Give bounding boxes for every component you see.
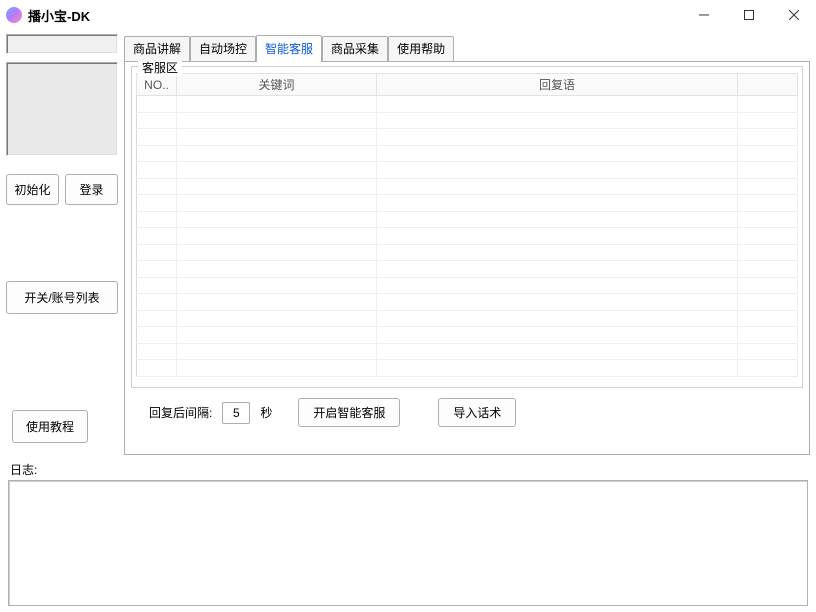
maximize-button[interactable] <box>726 0 771 30</box>
tab-product-explain[interactable]: 商品讲解 <box>124 36 190 61</box>
sidebar-preview <box>6 62 118 156</box>
client-area: 初始化 登录 开关/账号列表 使用教程 商品讲解 自动场控 智能客服 商品采集 … <box>0 30 816 455</box>
interval-unit: 秒 <box>260 404 272 421</box>
table-row[interactable] <box>137 162 798 179</box>
tab-smart-service[interactable]: 智能客服 <box>256 35 322 62</box>
table-row[interactable] <box>137 294 798 311</box>
table-row[interactable] <box>137 228 798 245</box>
init-button[interactable]: 初始化 <box>6 174 59 205</box>
interval-label: 回复后间隔: <box>149 404 212 421</box>
window-controls <box>681 0 816 30</box>
controls-row: 回复后间隔: 秒 开启智能客服 导入话术 <box>131 388 803 431</box>
import-script-button[interactable]: 导入话术 <box>438 398 516 427</box>
title-bar: 播小宝-DK <box>0 0 816 30</box>
app-icon <box>6 7 22 23</box>
table-row[interactable] <box>137 96 798 113</box>
main-panel: 商品讲解 自动场控 智能客服 商品采集 使用帮助 客服区 NO.. 关键词 回复… <box>124 34 810 455</box>
col-header-reply[interactable]: 回复语 <box>377 74 738 96</box>
table-row[interactable] <box>137 244 798 261</box>
app-title: 播小宝-DK <box>28 6 90 25</box>
login-button[interactable]: 登录 <box>65 174 118 205</box>
table-row[interactable] <box>137 211 798 228</box>
tab-auto-control[interactable]: 自动场控 <box>190 36 256 61</box>
table-row[interactable] <box>137 195 798 212</box>
service-groupbox: 客服区 NO.. 关键词 回复语 <box>131 66 803 388</box>
table-row[interactable] <box>137 343 798 360</box>
table-row[interactable] <box>137 310 798 327</box>
log-label: 日志: <box>10 461 808 478</box>
table-row[interactable] <box>137 129 798 146</box>
tab-bar: 商品讲解 自动场控 智能客服 商品采集 使用帮助 <box>124 34 810 61</box>
minimize-button[interactable] <box>681 0 726 30</box>
interval-input[interactable] <box>222 402 250 424</box>
col-header-no[interactable]: NO.. <box>137 74 177 96</box>
service-table[interactable]: NO.. 关键词 回复语 <box>136 73 798 377</box>
table-row[interactable] <box>137 261 798 278</box>
account-list-button[interactable]: 开关/账号列表 <box>6 281 118 314</box>
service-table-body <box>137 96 798 377</box>
tab-help[interactable]: 使用帮助 <box>388 36 454 61</box>
table-row[interactable] <box>137 112 798 129</box>
table-row[interactable] <box>137 327 798 344</box>
tutorial-button[interactable]: 使用教程 <box>12 410 88 443</box>
table-row[interactable] <box>137 178 798 195</box>
sidebar: 初始化 登录 开关/账号列表 使用教程 <box>6 34 118 455</box>
close-button[interactable] <box>771 0 816 30</box>
log-textarea[interactable] <box>8 480 808 606</box>
groupbox-title: 客服区 <box>138 59 182 76</box>
log-section: 日志: <box>0 455 816 612</box>
table-row[interactable] <box>137 145 798 162</box>
table-row[interactable] <box>137 360 798 377</box>
sidebar-slot-small <box>6 34 118 54</box>
col-header-keyword[interactable]: 关键词 <box>177 74 377 96</box>
col-header-blank[interactable] <box>738 74 798 96</box>
table-row[interactable] <box>137 277 798 294</box>
tab-product-collect[interactable]: 商品采集 <box>322 36 388 61</box>
tab-content: 客服区 NO.. 关键词 回复语 <box>124 61 810 455</box>
start-service-button[interactable]: 开启智能客服 <box>298 398 400 427</box>
